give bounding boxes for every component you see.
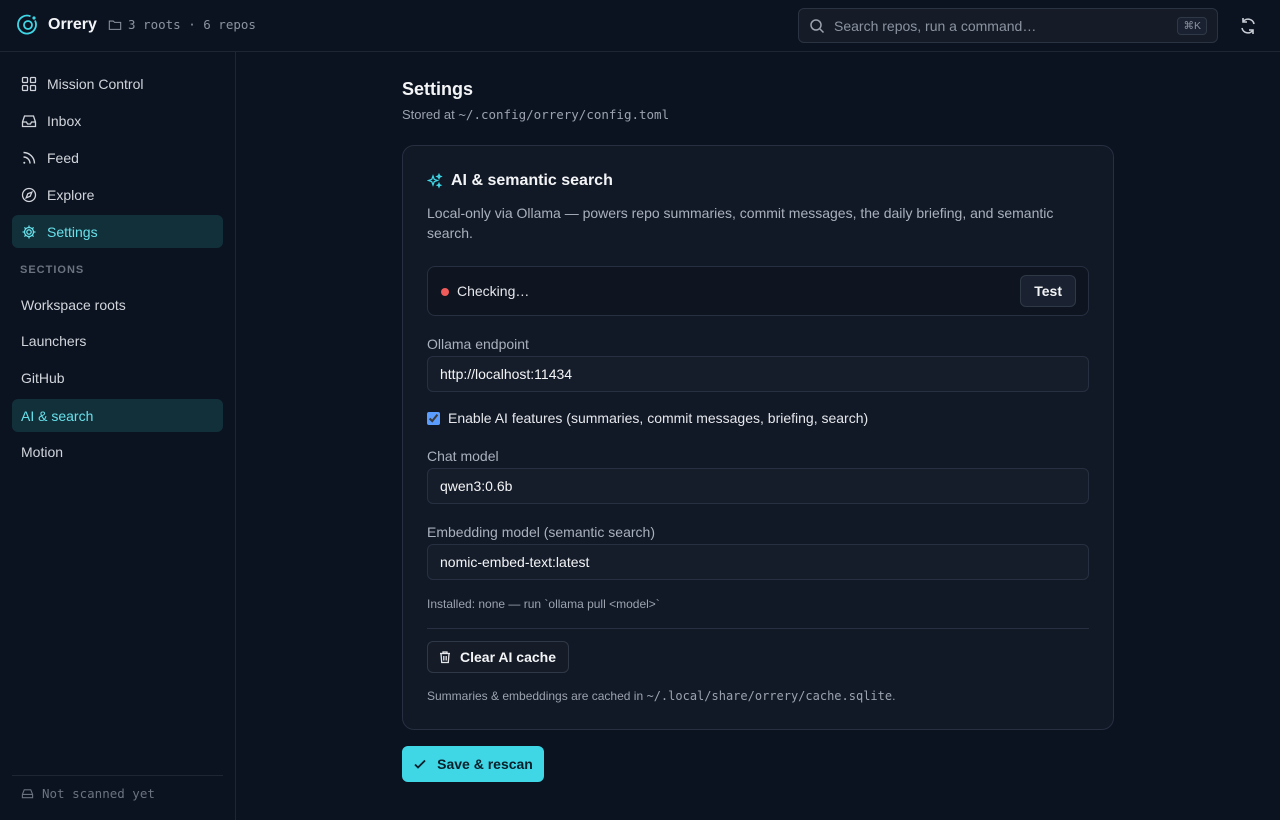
endpoint-field[interactable] bbox=[427, 356, 1089, 392]
roots-summary: 3 roots · 6 repos bbox=[108, 17, 256, 32]
save-rescan-button[interactable]: Save & rescan bbox=[402, 746, 544, 782]
cache-note-suffix: . bbox=[892, 689, 896, 703]
shortcut-badge: ⌘K bbox=[1177, 16, 1207, 35]
app-name: Orrery bbox=[48, 16, 97, 33]
status-dot-icon bbox=[441, 288, 449, 296]
compass-icon bbox=[21, 187, 37, 202]
inbox-icon bbox=[21, 114, 37, 127]
section-label: GitHub bbox=[21, 369, 65, 386]
ollama-status: Checking… Test bbox=[427, 266, 1089, 316]
section-label: Motion bbox=[21, 443, 64, 460]
subtitle-prefix: Stored at bbox=[402, 107, 455, 122]
rss-icon bbox=[23, 151, 36, 164]
brand[interactable]: Orrery bbox=[16, 13, 97, 37]
gear-icon bbox=[22, 225, 36, 238]
nav-item-mission-control[interactable]: Mission Control bbox=[12, 67, 223, 100]
search-icon bbox=[810, 18, 825, 33]
page-subtitle: Stored at ~/.config/orrery/config.toml bbox=[402, 107, 669, 122]
nav-label: Inbox bbox=[47, 112, 82, 129]
status-text: Checking… bbox=[457, 283, 530, 299]
top-bar: Orrery 3 roots · 6 repos ⌘K bbox=[0, 0, 1280, 52]
nav-label: Feed bbox=[47, 149, 79, 166]
clear-ai-cache-label: Clear AI cache bbox=[460, 649, 556, 665]
nav-item-explore[interactable]: Explore bbox=[12, 178, 223, 211]
nav-item-feed[interactable]: Feed bbox=[12, 141, 223, 174]
installed-models-note: Installed: none — run `ollama pull <mode… bbox=[427, 597, 660, 611]
sparkles-icon bbox=[427, 173, 443, 189]
section-item-workspace-roots[interactable]: Workspace roots bbox=[12, 288, 223, 321]
roots-summary-text: 3 roots · 6 repos bbox=[128, 17, 256, 32]
trash-icon bbox=[440, 651, 450, 664]
hard-drive-icon bbox=[21, 789, 34, 799]
section-label: Launchers bbox=[21, 332, 87, 349]
ai-settings-card: AI & semantic search Local-only via Olla… bbox=[402, 145, 1114, 730]
embedding-model-label: Embedding model (semantic search) bbox=[427, 524, 655, 540]
page-title: Settings bbox=[402, 79, 474, 99]
save-rescan-label: Save & rescan bbox=[437, 756, 533, 772]
chat-model-field[interactable] bbox=[427, 468, 1089, 504]
nav-label: Explore bbox=[47, 186, 95, 203]
enable-ai-label: Enable AI features (summaries, commit me… bbox=[448, 410, 869, 426]
card-header: AI & semantic search bbox=[427, 172, 613, 190]
enable-ai-checkbox[interactable] bbox=[427, 411, 440, 425]
nav-label: Mission Control bbox=[47, 75, 144, 92]
chat-model-label: Chat model bbox=[427, 448, 499, 464]
endpoint-label: Ollama endpoint bbox=[427, 336, 529, 352]
orrery-logo-icon bbox=[17, 14, 37, 35]
nav-label: Settings bbox=[47, 223, 98, 240]
divider bbox=[427, 628, 1089, 629]
card-title: AI & semantic search bbox=[451, 172, 613, 189]
scan-status: Not scanned yet bbox=[12, 775, 223, 801]
section-label: AI & search bbox=[21, 407, 94, 424]
sidebar: Mission Control Inbox Feed Explore Setti… bbox=[0, 52, 236, 820]
test-connection-button[interactable]: Test bbox=[1020, 275, 1076, 307]
embedding-model-field[interactable] bbox=[427, 544, 1089, 580]
section-item-motion[interactable]: Motion bbox=[12, 435, 223, 468]
card-description: Local-only via Ollama — powers repo summ… bbox=[427, 205, 1054, 241]
folder-icon bbox=[108, 20, 122, 30]
search-input[interactable] bbox=[834, 17, 1178, 34]
section-item-github[interactable]: GitHub bbox=[12, 361, 223, 394]
cache-note: Summaries & embeddings are cached in ~/.… bbox=[427, 689, 895, 703]
command-search[interactable]: ⌘K bbox=[798, 8, 1218, 43]
check-icon bbox=[414, 759, 426, 769]
nav-item-settings[interactable]: Settings bbox=[12, 215, 223, 248]
grid-icon bbox=[21, 76, 37, 91]
nav-item-inbox[interactable]: Inbox bbox=[12, 104, 223, 137]
clear-ai-cache-button[interactable]: Clear AI cache bbox=[427, 641, 569, 673]
section-item-ai-search[interactable]: AI & search bbox=[12, 399, 223, 432]
scan-status-text: Not scanned yet bbox=[42, 786, 155, 801]
section-item-launchers[interactable]: Launchers bbox=[12, 324, 223, 357]
refresh-icon[interactable] bbox=[1238, 16, 1258, 36]
sections-heading: SECTIONS bbox=[20, 264, 85, 276]
section-label: Workspace roots bbox=[21, 296, 126, 313]
cache-note-prefix: Summaries & embeddings are cached in bbox=[427, 689, 644, 703]
cache-path: ~/.local/share/orrery/cache.sqlite bbox=[646, 689, 893, 703]
enable-ai-toggle[interactable]: Enable AI features (summaries, commit me… bbox=[427, 410, 868, 426]
config-path: ~/.config/orrery/config.toml bbox=[458, 107, 670, 122]
